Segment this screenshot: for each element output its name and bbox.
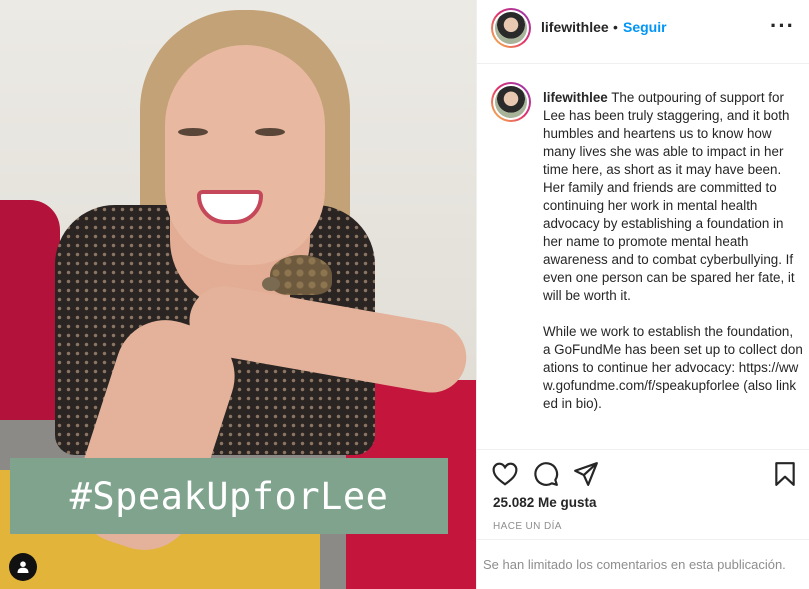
turtle-head [262,277,280,291]
person-eye-right [255,128,285,136]
post-header: lifewithlee • Seguir ··· [477,0,809,64]
bookmark-icon[interactable] [771,460,799,488]
follow-button[interactable]: Seguir [623,19,667,35]
heart-icon[interactable] [491,460,519,488]
background-cushion [0,200,60,450]
turtle [262,255,340,305]
comment-icon[interactable] [532,460,560,488]
separator-dot: • [613,19,618,35]
caption-text-2: While we work to establish the foundatio… [543,324,803,411]
header-username[interactable]: lifewithlee [541,19,609,35]
post-image[interactable]: #SpeakUpforLee [0,0,476,589]
caption-avatar[interactable] [491,82,531,122]
send-icon[interactable] [572,460,600,488]
person-eye-left [178,128,208,136]
hashtag-overlay: #SpeakUpforLee [10,458,448,534]
comments-limited-notice: Se han limitado los comentarios en esta … [477,539,809,589]
post-timestamp[interactable]: HACE UN DÍA [493,521,562,532]
post-actions: 25.082 Me gusta HACE UN DÍA Se han limit… [477,449,809,589]
post-side-panel: lifewithlee • Seguir ··· lifewithlee The… [476,0,809,589]
person-face [165,45,325,265]
post-caption: lifewithlee The outpouring of support fo… [543,89,803,431]
user-tag-icon[interactable] [9,553,37,581]
caption-text: The outpouring of support for Lee has be… [543,90,795,303]
more-options-icon[interactable]: ··· [770,15,795,37]
avatar[interactable] [491,8,531,48]
caption-area[interactable]: lifewithlee The outpouring of support fo… [477,65,809,449]
turtle-shell [270,255,332,295]
likes-count[interactable]: 25.082 Me gusta [493,495,597,510]
caption-username[interactable]: lifewithlee [543,90,608,105]
